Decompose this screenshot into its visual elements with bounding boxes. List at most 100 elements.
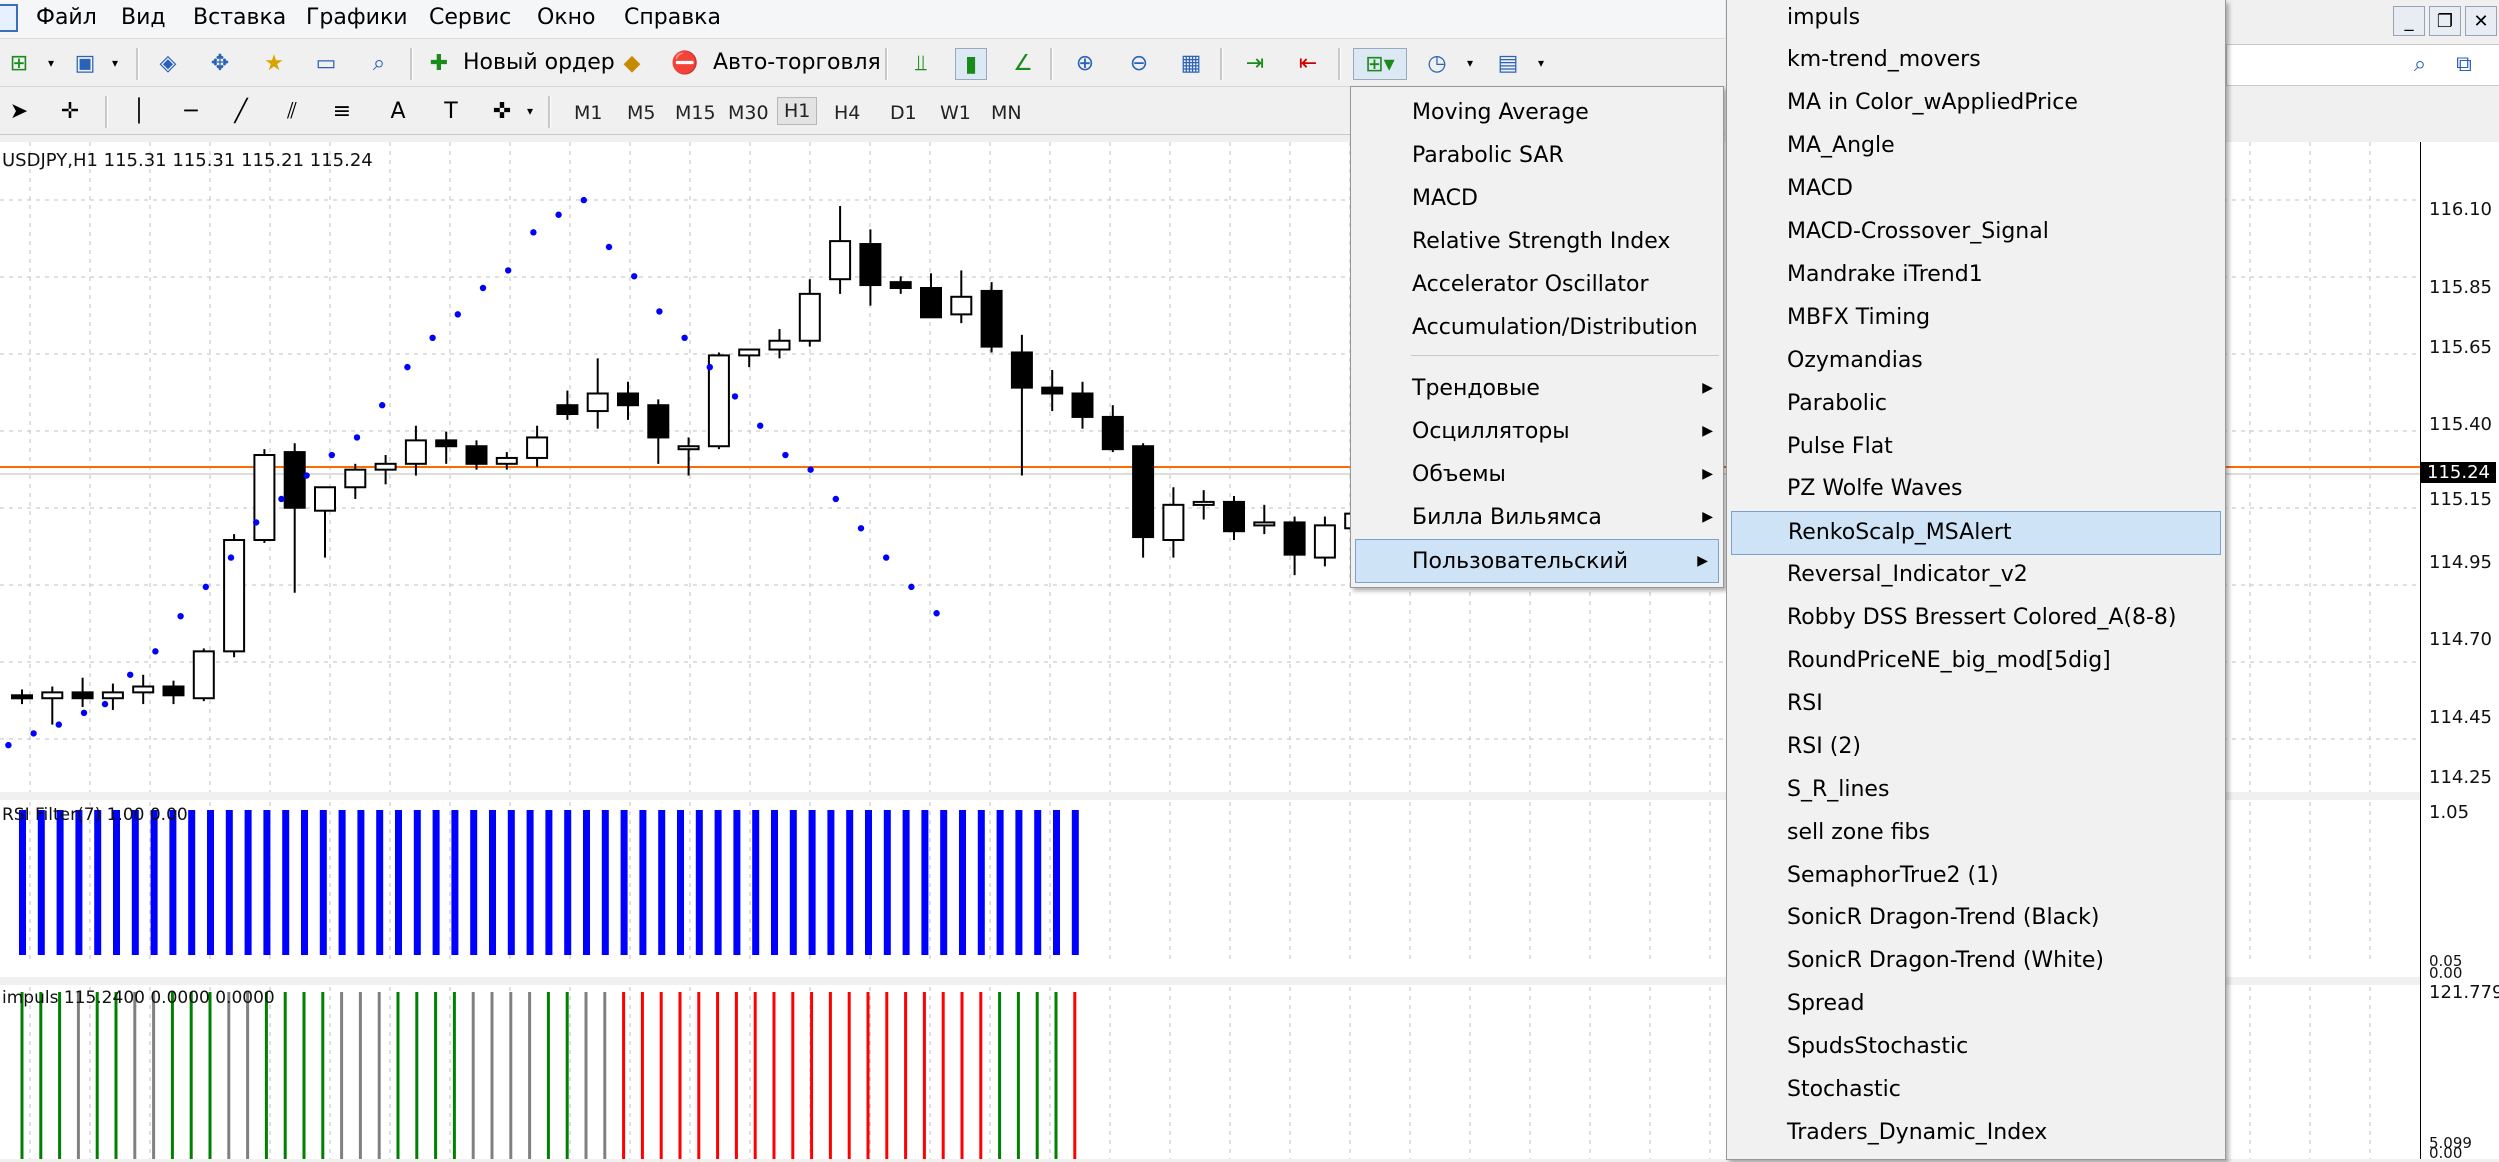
periods-clock-icon[interactable]: ◷ bbox=[1422, 48, 1452, 78]
menu-item-oscillators[interactable]: Осцилляторы ▶ bbox=[1351, 410, 1723, 452]
menu-item-macd[interactable]: MACD bbox=[1351, 177, 1723, 219]
submenu-item[interactable]: MBFX Timing bbox=[1727, 296, 2225, 338]
app-icon[interactable] bbox=[0, 4, 18, 32]
text-icon[interactable]: A bbox=[383, 96, 413, 126]
timeframe-m15[interactable]: M15 bbox=[675, 102, 716, 124]
submenu-item[interactable]: Mandrake iTrend1 bbox=[1727, 253, 2225, 295]
menu-item-custom[interactable]: Пользовательский ▶ bbox=[1355, 539, 1719, 583]
submenu-item[interactable]: MA in Color_wAppliedPrice bbox=[1727, 82, 2225, 124]
submenu-item[interactable]: impuls bbox=[1727, 0, 2225, 38]
indicators-icon[interactable]: ⊞▾ bbox=[1353, 48, 1407, 80]
submenu-item[interactable]: Pulse Flat bbox=[1727, 425, 2225, 467]
menu-charts[interactable]: Графики bbox=[306, 5, 408, 30]
chevron-down-icon[interactable]: ▾ bbox=[515, 96, 545, 126]
strategy-tester-icon[interactable]: ⌕ bbox=[364, 48, 394, 78]
vertical-line-icon[interactable]: │ bbox=[124, 96, 154, 126]
close-icon[interactable]: ✕ bbox=[2465, 6, 2497, 36]
terminal-icon[interactable]: ▭ bbox=[311, 48, 341, 78]
candlestick-chart-icon[interactable]: ▮ bbox=[955, 48, 987, 80]
restore-icon[interactable]: ❐ bbox=[2429, 6, 2461, 36]
profiles-icon[interactable]: ▣ bbox=[70, 48, 100, 78]
menu-item-parabolic-sar[interactable]: Parabolic SAR bbox=[1351, 134, 1723, 176]
submenu-item[interactable]: Ozymandias bbox=[1727, 339, 2225, 381]
menu-file[interactable]: Файл bbox=[36, 5, 97, 30]
cursor-icon[interactable]: ➤ bbox=[4, 96, 34, 126]
auto-trading-icon[interactable]: ⛔ bbox=[670, 48, 700, 78]
auto-trading-button[interactable]: Авто-торговля bbox=[713, 50, 881, 75]
menu-item-accumulation[interactable]: Accumulation/Distribution bbox=[1351, 306, 1723, 348]
chevron-down-icon[interactable]: ▾ bbox=[1526, 48, 1556, 78]
chevron-down-icon[interactable]: ▾ bbox=[1455, 48, 1485, 78]
menu-item-moving-average[interactable]: Moving Average bbox=[1351, 91, 1723, 133]
submenu-item[interactable]: Reversal_Indicator_v2 bbox=[1727, 554, 2225, 596]
crosshair-icon[interactable]: ✛ bbox=[55, 96, 85, 126]
submenu-item[interactable]: RSI bbox=[1727, 682, 2225, 724]
autoscroll-icon[interactable]: ⇤ bbox=[1293, 48, 1323, 78]
submenu-item[interactable]: sell zone fibs bbox=[1727, 811, 2225, 853]
submenu-item[interactable]: Spread bbox=[1727, 983, 2225, 1025]
timeframe-d1[interactable]: D1 bbox=[890, 102, 917, 124]
submenu-item[interactable]: RSI (2) bbox=[1727, 725, 2225, 767]
submenu-item[interactable]: Parabolic bbox=[1727, 382, 2225, 424]
submenu-item[interactable]: SonicR Dragon-Trend (Black) bbox=[1727, 897, 2225, 939]
timeframe-m30[interactable]: M30 bbox=[728, 102, 769, 124]
submenu-item[interactable]: PZ Wolfe Waves bbox=[1727, 468, 2225, 510]
new-chart-icon[interactable]: ⊞ bbox=[4, 48, 34, 78]
horizontal-line-icon[interactable]: ─ bbox=[176, 96, 206, 126]
submenu-item[interactable]: km-trend_movers bbox=[1727, 39, 2225, 81]
navigator-icon[interactable]: ✥ bbox=[205, 48, 235, 78]
menu-item-bill-williams[interactable]: Билла Вильямса ▶ bbox=[1351, 496, 1723, 538]
menu-help[interactable]: Справка bbox=[624, 5, 721, 30]
community-icon[interactable]: ⧉ bbox=[2449, 49, 2479, 79]
bar-chart-icon[interactable]: ⫫ bbox=[906, 48, 936, 78]
submenu-item[interactable]: S_R_lines bbox=[1727, 768, 2225, 810]
submenu-item[interactable]: Robby DSS Bressert Colored_A(8-8) bbox=[1727, 597, 2225, 639]
metaeditor-icon[interactable]: ◆ bbox=[617, 48, 647, 78]
timeframe-h1[interactable]: H1 bbox=[777, 97, 818, 125]
submenu-item[interactable]: MACD bbox=[1727, 168, 2225, 210]
menu-item-rsi[interactable]: Relative Strength Index bbox=[1351, 220, 1723, 262]
timeframe-w1[interactable]: W1 bbox=[940, 102, 971, 124]
zoom-in-icon[interactable]: ⊕ bbox=[1070, 48, 1100, 78]
menu-item-volumes[interactable]: Объемы ▶ bbox=[1351, 453, 1723, 495]
search-icon[interactable]: ⌕ bbox=[2405, 49, 2435, 79]
submenu-item[interactable]: MACD-Crossover_Signal bbox=[1727, 211, 2225, 253]
menu-window[interactable]: Окно bbox=[537, 5, 595, 30]
fibonacci-icon[interactable]: ≡ bbox=[327, 96, 357, 126]
tile-windows-icon[interactable]: ▦ bbox=[1176, 48, 1206, 78]
search-input[interactable]: ⌕ ⧉ bbox=[2226, 44, 2499, 86]
timeframe-mn[interactable]: MN bbox=[991, 102, 1022, 124]
favorites-icon[interactable]: ★ bbox=[259, 48, 289, 78]
line-chart-icon[interactable]: ∠ bbox=[1008, 48, 1038, 78]
channel-icon[interactable]: ⫽ bbox=[277, 96, 307, 126]
submenu-item[interactable]: MA_Angle bbox=[1727, 125, 2225, 167]
trendline-icon[interactable]: ╱ bbox=[226, 96, 256, 126]
menu-insert[interactable]: Вставка bbox=[193, 5, 286, 30]
menu-item-accelerator[interactable]: Accelerator Oscillator bbox=[1351, 263, 1723, 305]
menu-item-trend[interactable]: Трендовые ▶ bbox=[1351, 367, 1723, 409]
templates-icon[interactable]: ▤ bbox=[1493, 48, 1523, 78]
text-label-icon[interactable]: T bbox=[436, 96, 466, 126]
submenu-item[interactable]: RoundPriceNE_big_mod[5dig] bbox=[1727, 640, 2225, 682]
menu-tools[interactable]: Сервис bbox=[429, 5, 511, 30]
timeframe-m1[interactable]: M1 bbox=[574, 102, 602, 124]
submenu-item[interactable]: Traders_Dynamic_Index bbox=[1727, 1111, 2225, 1153]
zoom-out-icon[interactable]: ⊖ bbox=[1124, 48, 1154, 78]
price-axis[interactable]: 116.10 115.85 115.65 115.40 115.24 115.1… bbox=[2420, 142, 2499, 1162]
arrows-icon[interactable]: ✜ bbox=[487, 96, 517, 126]
submenu-item[interactable]: SonicR Dragon-Trend (White) bbox=[1727, 940, 2225, 982]
chevron-down-icon[interactable]: ▾ bbox=[36, 48, 66, 78]
submenu-item[interactable]: SpudsStochastic bbox=[1727, 1026, 2225, 1068]
submenu-item[interactable]: RenkoScalp_MSAlert bbox=[1731, 510, 2221, 555]
timeframe-h4[interactable]: H4 bbox=[834, 102, 860, 124]
menu-view[interactable]: Вид bbox=[121, 5, 166, 30]
minimize-icon[interactable]: _ bbox=[2393, 6, 2425, 36]
market-watch-icon[interactable]: ◈ bbox=[153, 48, 183, 78]
chart-shift-icon[interactable]: ⇥ bbox=[1240, 48, 1270, 78]
timeframe-m5[interactable]: M5 bbox=[627, 102, 655, 124]
submenu-item[interactable]: SemaphorTrue2 (1) bbox=[1727, 854, 2225, 896]
new-order-icon[interactable]: ✚ bbox=[424, 48, 454, 78]
submenu-item[interactable]: Stochastic bbox=[1727, 1069, 2225, 1111]
new-order-button[interactable]: Новый ордер bbox=[463, 50, 615, 75]
chevron-down-icon[interactable]: ▾ bbox=[100, 48, 130, 78]
